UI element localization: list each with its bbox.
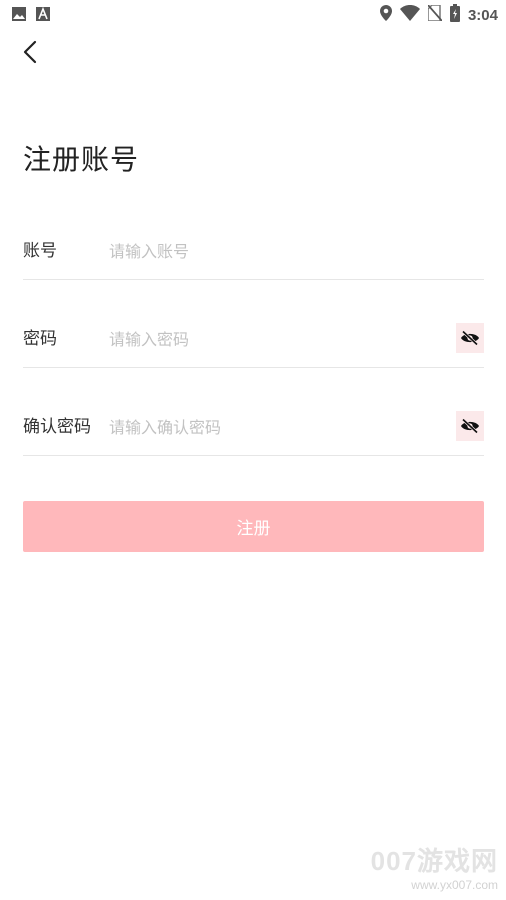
account-field: 账号 <box>23 223 484 280</box>
password-field: 密码 <box>23 311 484 368</box>
account-label: 账号 <box>23 241 57 261</box>
password-input[interactable] <box>109 311 439 367</box>
font-icon <box>36 6 50 21</box>
eye-off-icon <box>461 330 479 346</box>
password-label: 密码 <box>23 329 57 349</box>
image-icon <box>12 6 26 21</box>
status-bar-system: 3:04 <box>379 4 498 26</box>
confirm-password-label: 确认密码 <box>23 417 91 437</box>
watermark-url: www.yx007.com <box>411 878 498 892</box>
back-arrow-icon <box>23 40 37 64</box>
confirm-password-input[interactable] <box>109 399 439 455</box>
no-sim-icon <box>427 4 443 25</box>
account-input[interactable] <box>109 223 439 279</box>
watermark: 007游戏网 www.yx007.com <box>371 841 498 892</box>
watermark-brand: 007游戏网 <box>370 846 498 876</box>
battery-icon <box>449 4 460 26</box>
password-visibility-toggle[interactable] <box>456 323 484 353</box>
confirm-password-visibility-toggle[interactable] <box>456 411 484 441</box>
eye-off-icon <box>461 418 479 434</box>
back-button[interactable] <box>18 38 46 66</box>
register-button[interactable]: 注册 <box>23 501 484 552</box>
status-bar-notifications <box>12 6 50 21</box>
status-time: 3:04 <box>467 6 498 24</box>
wifi-icon <box>399 5 420 25</box>
location-icon <box>379 5 392 25</box>
page-title: 注册账号 <box>23 143 140 176</box>
status-bar: 3:04 <box>0 0 506 28</box>
confirm-password-field: 确认密码 <box>23 399 484 456</box>
